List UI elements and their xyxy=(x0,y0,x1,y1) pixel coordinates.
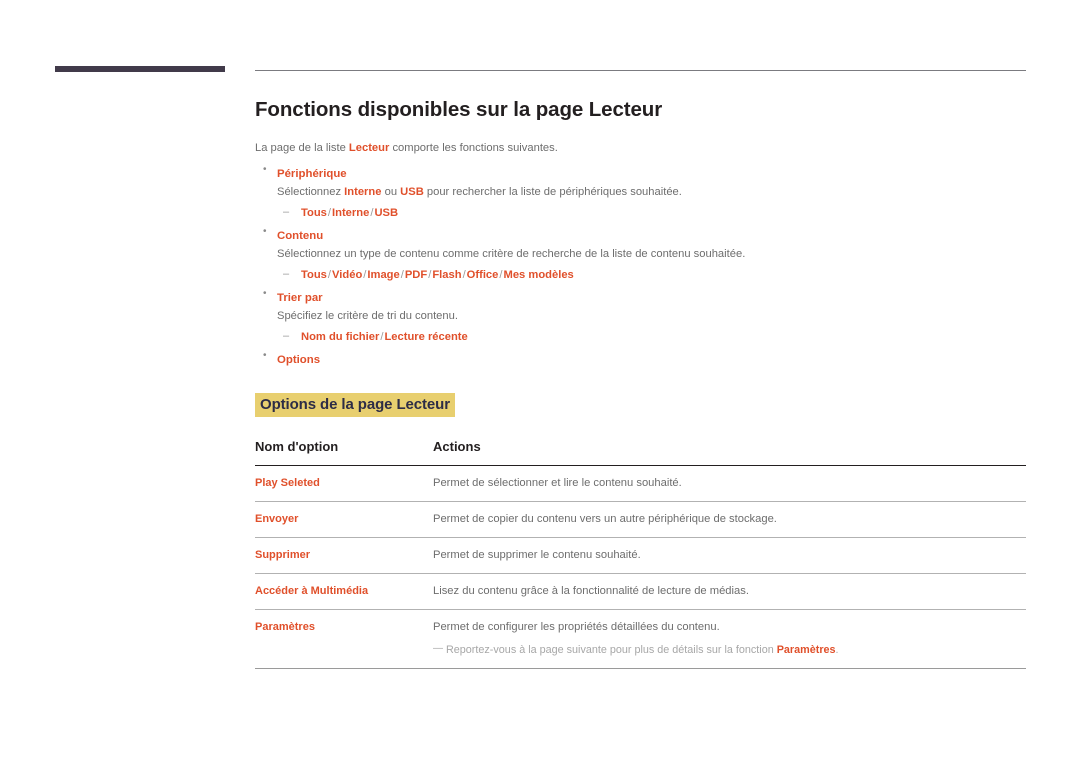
page-title: Fonctions disponibles sur la page Lecteu… xyxy=(255,98,663,121)
intro-paragraph: La page de la liste Lecteur comporte les… xyxy=(255,140,1026,156)
option-token: Lecture récente xyxy=(384,330,468,343)
options-table: Nom d'option Actions Play Seleted Permet… xyxy=(255,439,1026,669)
list-item-peripherique: Périphérique Sélectionnez Interne ou USB… xyxy=(255,164,1026,223)
option-action: Permet de configurer les propriétés déta… xyxy=(433,620,720,633)
desc-text-after: pour rechercher la liste de périphérique… xyxy=(423,186,682,199)
table-header-row: Nom d'option Actions xyxy=(255,439,1026,467)
intro-text-after: comporte les fonctions suivantes. xyxy=(389,142,558,154)
option-token: PDF xyxy=(404,268,428,281)
bullet-description: Sélectionnez un type de contenu comme cr… xyxy=(277,247,746,260)
option-token: Vidéo xyxy=(332,268,363,281)
option-token: Mes modèles xyxy=(503,268,574,281)
intro-emphasis-lecteur: Lecteur xyxy=(348,142,390,154)
bullet-description: Sélectionnez Interne ou USB pour recherc… xyxy=(277,184,1026,202)
list-item-trier-par: Trier par Spécifiez le critère de tri du… xyxy=(255,288,1026,347)
bullet-description: Spécifiez le critère de tri du contenu. xyxy=(277,309,458,322)
table-row: Supprimer Permet de supprimer le contenu… xyxy=(255,537,1026,574)
option-token: USB xyxy=(374,206,399,219)
option-name: Paramètres xyxy=(255,620,315,633)
option-action: Permet de supprimer le contenu souhaité. xyxy=(433,548,641,561)
bullet-heading: Contenu xyxy=(277,230,324,242)
option-name: Envoyer xyxy=(255,513,299,526)
desc-text-mid: ou xyxy=(381,186,401,199)
option-token: Nom du fichier xyxy=(301,330,380,343)
bullet-heading: Options xyxy=(277,353,321,366)
option-name: Supprimer xyxy=(255,548,311,561)
intro-text-before: La page de la liste xyxy=(255,142,349,154)
sub-list-item: Tous/Vidéo/Image/PDF/Flash/Office/Mes mo… xyxy=(277,265,1026,285)
option-token: Interne xyxy=(332,206,370,219)
note-emphasis-parametres: Paramètres xyxy=(776,644,836,657)
desc-emphasis-interne: Interne xyxy=(344,186,382,199)
option-action: Permet de sélectionner et lire le conten… xyxy=(433,477,682,490)
column-header-actions: Actions xyxy=(433,439,1026,467)
option-token: Office xyxy=(466,268,499,281)
note-text-after: . xyxy=(835,644,839,657)
option-token: Flash xyxy=(432,268,462,281)
note-text-before: Reportez-vous à la page suivante pour pl… xyxy=(446,644,777,657)
feature-list: Périphérique Sélectionnez Interne ou USB… xyxy=(255,164,1026,370)
table-row: Play Seleted Permet de sélectionner et l… xyxy=(255,465,1026,503)
option-action: Lisez du contenu grâce à la fonctionnali… xyxy=(433,584,749,597)
option-name: Play Seleted xyxy=(255,477,320,490)
option-token: Tous xyxy=(301,268,327,281)
column-header-name: Nom d'option xyxy=(255,439,433,467)
table-row: Paramètres Permet de configurer les prop… xyxy=(255,609,1026,669)
option-token: Tous xyxy=(301,206,327,219)
desc-text-before: Sélectionnez xyxy=(277,186,345,199)
section-heading-options: Options de la page Lecteur xyxy=(255,393,455,418)
option-sublist-contenu: Tous/Vidéo/Image/PDF/Flash/Office/Mes mo… xyxy=(277,265,1026,285)
sub-list-item: Nom du fichier/Lecture récente xyxy=(277,326,1026,347)
option-action-note: Reportez-vous à la page suivante pour pl… xyxy=(433,641,1026,658)
table-row: Envoyer Permet de copier du contenu vers… xyxy=(255,501,1026,538)
option-sublist-peripherique: Tous/Interne/USB xyxy=(277,203,1026,223)
desc-emphasis-usb: USB xyxy=(400,186,424,199)
option-sublist-trier-par: Nom du fichier/Lecture récente xyxy=(277,326,1026,347)
option-token: Image xyxy=(367,268,400,281)
list-item-contenu: Contenu Sélectionnez un type de contenu … xyxy=(255,226,1026,285)
page-content: Fonctions disponibles sur la page Lecteu… xyxy=(255,98,1026,669)
header-accent-bar xyxy=(55,66,225,72)
option-action: Permet de copier du contenu vers un autr… xyxy=(433,513,777,526)
header-rule xyxy=(255,70,1026,71)
option-name: Accéder à Multimédia xyxy=(255,584,369,597)
bullet-heading: Périphérique xyxy=(277,168,347,181)
list-item-options: Options xyxy=(255,350,1026,370)
bullet-heading: Trier par xyxy=(277,291,323,304)
sub-list-item: Tous/Interne/USB xyxy=(277,203,1026,223)
table-row: Accéder à Multimédia Lisez du contenu gr… xyxy=(255,573,1026,610)
